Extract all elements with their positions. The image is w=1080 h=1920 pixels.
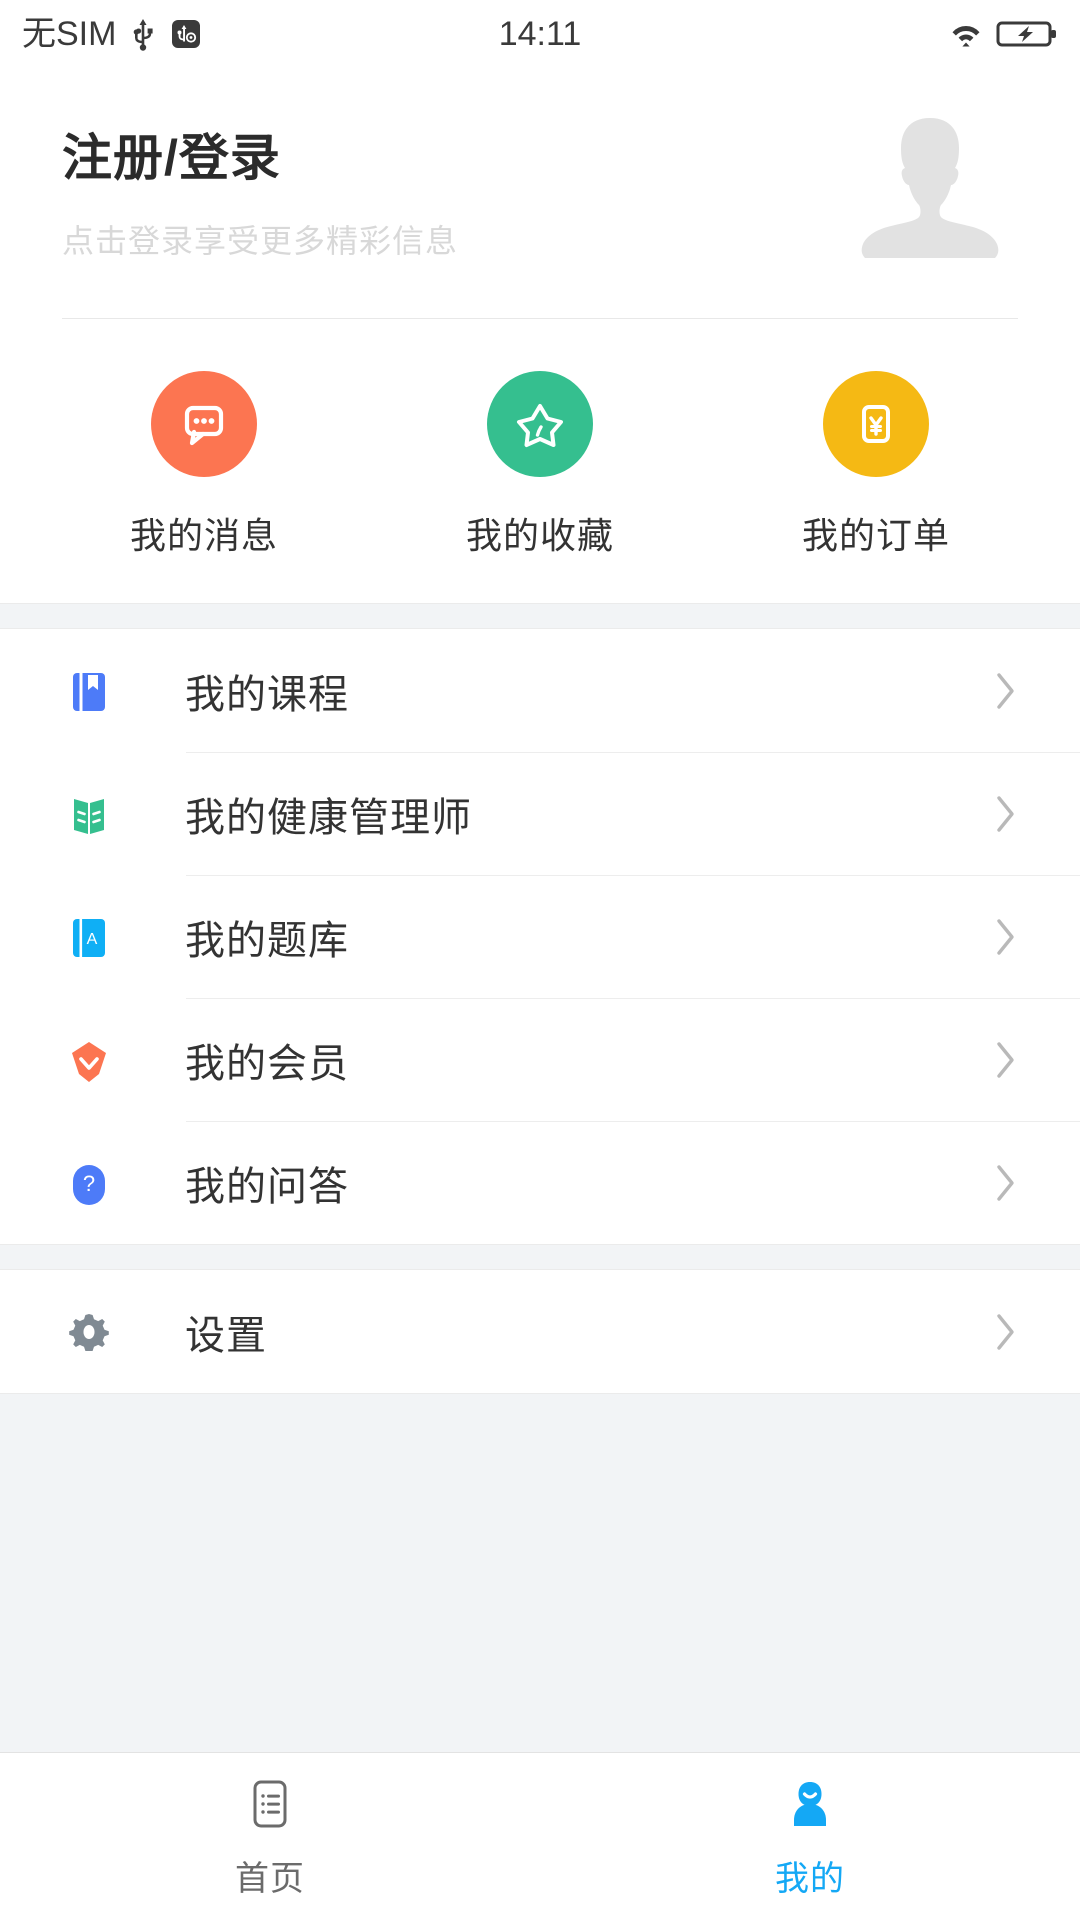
star-icon-circle <box>487 371 593 477</box>
register-login-title[interactable]: 注册/登录 <box>62 130 458 188</box>
clock-label: 14:11 <box>498 14 582 53</box>
menu-item-label: 我的题库 <box>185 918 349 963</box>
status-bar-right <box>946 17 1058 51</box>
chevron-right-icon <box>994 1311 1018 1353</box>
quick-action-orders[interactable]: 我的订单 <box>708 371 1044 559</box>
battery-charging-icon <box>996 17 1058 51</box>
menu-item-label: 我的问答 <box>185 1164 349 1209</box>
menu-item-label: 我的健康管理师 <box>185 795 472 840</box>
star-icon <box>517 404 563 447</box>
order-card-icon <box>862 405 890 443</box>
gear-icon <box>55 1302 123 1362</box>
profile-text-block: 注册/登录 点击登录享受更多精彩信息 <box>62 116 458 262</box>
quick-action-favorites[interactable]: 我的收藏 <box>372 371 708 559</box>
profile-header[interactable]: 注册/登录 点击登录享受更多精彩信息 <box>0 68 1080 318</box>
usb-debug-icon <box>170 17 202 51</box>
home-list-icon <box>239 1773 301 1835</box>
status-bar: 无SIM 14:11 <box>0 0 1080 68</box>
avatar[interactable] <box>850 98 1010 258</box>
person-icon <box>779 1773 841 1835</box>
chevron-right-icon <box>994 916 1018 958</box>
menu-item-my-courses[interactable]: 我的课程 <box>0 629 1080 752</box>
carrier-label: 无SIM <box>22 15 117 53</box>
menu-group-primary: 我的课程 我的健康管理师 A 我的题库 我的会员 ? 我的问答 <box>0 629 1080 1244</box>
tab-label: 首页 <box>235 1860 305 1898</box>
menu-item-my-health-manager[interactable]: 我的健康管理师 <box>0 752 1080 875</box>
svg-text:?: ? <box>83 1171 95 1196</box>
book-bookmark-icon <box>55 661 123 721</box>
order-icon-circle <box>823 371 929 477</box>
section-gap-1 <box>0 603 1080 629</box>
content-filler <box>0 1393 1080 1752</box>
section-gap-2 <box>0 1244 1080 1270</box>
chevron-right-icon <box>994 793 1018 835</box>
quick-action-label: 我的消息 <box>129 515 278 556</box>
app-screen: 无SIM 14:11 注册/登录 点击登录享受更多精彩信息 我的消息 我的收藏 … <box>0 0 1080 1920</box>
usb-icon <box>130 17 156 51</box>
message-icon-circle <box>151 371 257 477</box>
status-bar-left: 无SIM <box>22 17 202 51</box>
quick-action-messages[interactable]: 我的消息 <box>36 371 372 559</box>
bottom-tab-bar: 首页 我的 <box>0 1752 1080 1920</box>
tab-mine[interactable]: 我的 <box>540 1773 1080 1900</box>
menu-item-label: 我的会员 <box>185 1041 349 1086</box>
quick-action-label: 我的订单 <box>801 515 950 556</box>
book-a-icon: A <box>55 907 123 967</box>
chevron-right-icon <box>994 1039 1018 1081</box>
tab-home[interactable]: 首页 <box>0 1773 540 1900</box>
quick-actions-row: 我的消息 我的收藏 我的订单 <box>0 319 1080 603</box>
menu-item-label: 我的课程 <box>185 672 349 717</box>
quick-action-label: 我的收藏 <box>465 515 614 556</box>
menu-item-my-membership[interactable]: 我的会员 <box>0 998 1080 1121</box>
menu-item-my-qa[interactable]: ? 我的问答 <box>0 1121 1080 1244</box>
open-book-icon <box>55 784 123 844</box>
message-icon <box>184 405 224 446</box>
member-badge-icon <box>55 1030 123 1090</box>
menu-item-label: 设置 <box>185 1313 267 1358</box>
svg-text:A: A <box>87 931 98 948</box>
chevron-right-icon <box>994 670 1018 712</box>
login-hint-subtitle: 点击登录享受更多精彩信息 <box>62 222 459 259</box>
tab-label: 我的 <box>775 1860 845 1898</box>
wifi-icon <box>946 17 986 51</box>
question-circle-icon: ? <box>55 1153 123 1213</box>
chevron-right-icon <box>994 1162 1018 1204</box>
menu-item-my-question-bank[interactable]: A 我的题库 <box>0 875 1080 998</box>
menu-group-settings: 设置 <box>0 1270 1080 1393</box>
menu-item-settings[interactable]: 设置 <box>0 1270 1080 1393</box>
